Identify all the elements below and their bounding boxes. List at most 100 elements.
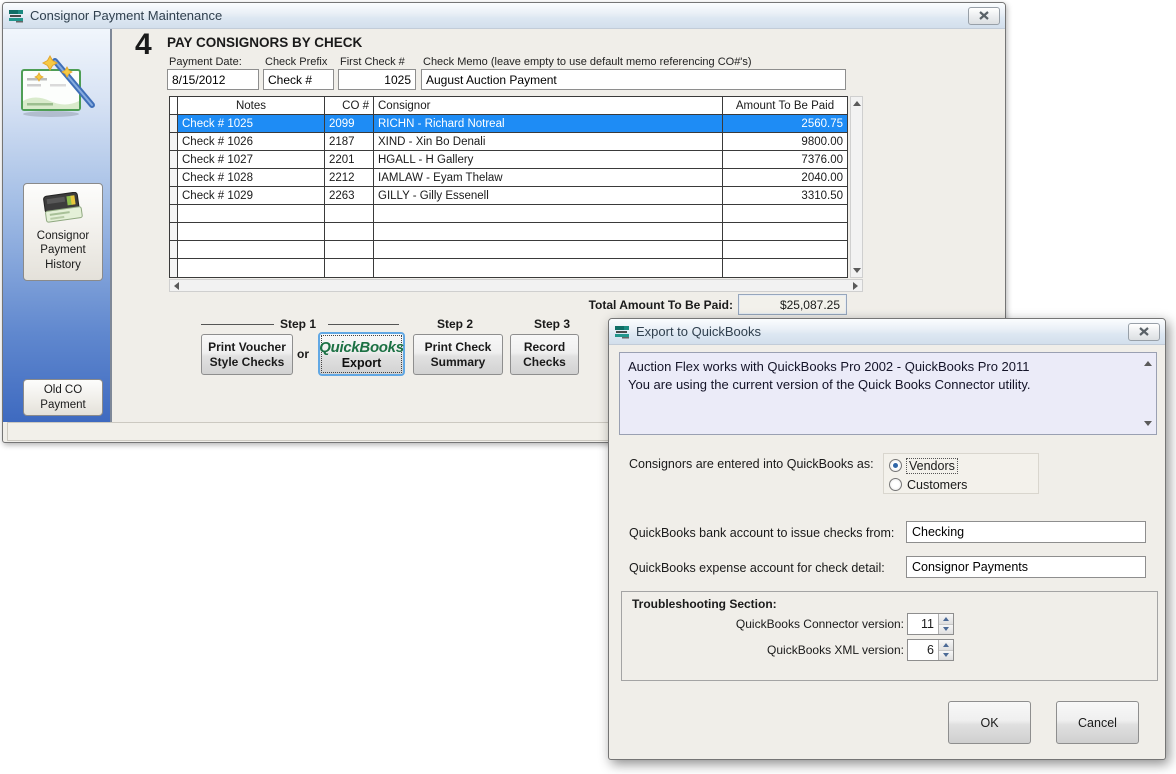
print-check-summary-button[interactable]: Print Check Summary: [413, 334, 503, 375]
column-header-co[interactable]: CO #: [325, 97, 374, 114]
customers-radio-button[interactable]: [889, 478, 902, 491]
total-amount-label: Total Amount To Be Paid:: [568, 298, 733, 312]
consignor-cell: IAMLAW - Eyam Thelaw: [374, 169, 723, 186]
close-icon: [1139, 327, 1149, 336]
troubleshooting-section: Troubleshooting Section: QuickBooks Conn…: [621, 591, 1158, 681]
amount-cell: 2560.75: [723, 115, 847, 132]
column-header-notes[interactable]: Notes: [178, 97, 325, 114]
history-button-label: Consignor Payment History: [24, 229, 102, 272]
step1-label: Step 1: [280, 317, 316, 331]
table-row-empty[interactable]: [170, 259, 847, 277]
table-row[interactable]: Check # 1027 2201 HGALL - H Gallery 7376…: [170, 151, 847, 169]
column-header-consignor[interactable]: Consignor: [374, 97, 723, 114]
expense-account-label: QuickBooks expense account for check det…: [629, 561, 885, 575]
old-co-button-label: Old CO Payment: [24, 383, 102, 412]
consignor-cell: GILLY - Gilly Essenell: [374, 187, 723, 204]
sidebar: Consignor Payment History Old CO Payment: [3, 29, 112, 422]
co-number-cell: 2187: [325, 133, 374, 150]
cancel-button[interactable]: Cancel: [1056, 701, 1139, 744]
dialog-titlebar[interactable]: Export to QuickBooks: [609, 319, 1165, 345]
notes-cell: Check # 1026: [178, 133, 325, 150]
old-co-payment-button[interactable]: Old CO Payment: [23, 379, 103, 416]
check-memo-label: Check Memo (leave empty to use default m…: [423, 56, 752, 68]
consignor-cell: RICHN - Richard Notreal: [374, 115, 723, 132]
step2-label: Step 2: [437, 317, 473, 331]
quickbooks-brand-label: QuickBooks: [319, 339, 404, 356]
customers-radio-label: Customers: [907, 478, 967, 492]
amount-cell: 7376.00: [723, 151, 847, 168]
co-number-cell: 2099: [325, 115, 374, 132]
page-title: PAY CONSIGNORS BY CHECK: [167, 35, 362, 50]
vendors-radio-option[interactable]: Vendors: [889, 456, 1038, 475]
row-indicator-header: [170, 97, 178, 114]
app-icon: [8, 8, 24, 24]
scroll-left-arrow[interactable]: [171, 280, 182, 291]
ok-button[interactable]: OK: [948, 701, 1031, 744]
check-prefix-input[interactable]: [263, 69, 334, 90]
co-number-cell: 2201: [325, 151, 374, 168]
consignor-type-radio-group: Vendors Customers: [883, 453, 1039, 494]
table-row[interactable]: Check # 1025 2099 RICHN - Richard Notrea…: [170, 115, 847, 133]
connector-spin-down[interactable]: [939, 625, 953, 635]
connector-version-spinner[interactable]: 11: [907, 613, 954, 635]
record-checks-button[interactable]: Record Checks: [510, 334, 579, 375]
main-close-button[interactable]: [968, 7, 1000, 25]
check-prefix-label: Check Prefix: [265, 56, 327, 68]
payment-date-input[interactable]: [167, 69, 259, 90]
main-window-titlebar[interactable]: Consignor Payment Maintenance: [3, 3, 1005, 29]
vendors-radio-button[interactable]: [889, 459, 902, 472]
consignor-payment-history-button[interactable]: Consignor Payment History: [23, 183, 103, 281]
quickbooks-info-box: Auction Flex works with QuickBooks Pro 2…: [619, 352, 1157, 435]
table-row[interactable]: Check # 1029 2263 GILLY - Gilly Essenell…: [170, 187, 847, 205]
dialog-title: Export to QuickBooks: [636, 324, 761, 339]
check-memo-input[interactable]: [421, 69, 846, 90]
co-number-cell: 2212: [325, 169, 374, 186]
bank-account-label: QuickBooks bank account to issue checks …: [629, 526, 894, 540]
bank-account-input[interactable]: [906, 521, 1146, 543]
xml-spin-up[interactable]: [939, 640, 953, 651]
scroll-right-arrow[interactable]: [850, 280, 861, 291]
quickbooks-export-button[interactable]: QuickBooks Export: [318, 332, 405, 376]
info-scroll-up-arrow[interactable]: [1142, 358, 1153, 369]
checkbook-icon: [42, 192, 84, 226]
info-line-1: Auction Flex works with QuickBooks Pro 2…: [628, 358, 1134, 376]
connector-spin-up[interactable]: [939, 614, 953, 625]
table-row[interactable]: Check # 1026 2187 XIND - Xin Bo Denali 9…: [170, 133, 847, 151]
xml-spin-down[interactable]: [939, 651, 953, 661]
scroll-up-arrow[interactable]: [851, 98, 862, 109]
customers-radio-option[interactable]: Customers: [889, 475, 1038, 494]
troubleshooting-title: Troubleshooting Section:: [632, 597, 777, 611]
scroll-down-arrow[interactable]: [851, 265, 862, 276]
info-scroll-down-arrow[interactable]: [1142, 418, 1153, 429]
xml-version-label: QuickBooks XML version:: [670, 643, 904, 657]
consignor-cell: XIND - Xin Bo Denali: [374, 133, 723, 150]
info-line-2: You are using the current version of the…: [628, 376, 1134, 394]
step1-line-right: [328, 324, 399, 325]
first-check-input[interactable]: [338, 69, 416, 90]
app-icon: [614, 324, 630, 340]
step3-label: Step 3: [534, 317, 570, 331]
payment-date-label: Payment Date:: [169, 56, 242, 68]
dialog-close-button[interactable]: [1128, 323, 1160, 341]
expense-account-input[interactable]: [906, 556, 1146, 578]
connector-version-value: 11: [908, 614, 938, 634]
column-header-amount[interactable]: Amount To Be Paid: [723, 97, 847, 114]
consignor-type-label: Consignors are entered into QuickBooks a…: [629, 457, 874, 471]
connector-version-label: QuickBooks Connector version:: [670, 617, 904, 631]
notes-cell: Check # 1025: [178, 115, 325, 132]
xml-version-spinner[interactable]: 6: [907, 639, 954, 661]
notes-cell: Check # 1029: [178, 187, 325, 204]
amount-cell: 3310.50: [723, 187, 847, 204]
amount-cell: 9800.00: [723, 133, 847, 150]
table-row-empty[interactable]: [170, 223, 847, 241]
notes-cell: Check # 1028: [178, 169, 325, 186]
table-row-empty[interactable]: [170, 241, 847, 259]
main-window-title: Consignor Payment Maintenance: [30, 8, 222, 23]
notes-cell: Check # 1027: [178, 151, 325, 168]
table-horizontal-scrollbar[interactable]: [169, 279, 863, 292]
table-row-empty[interactable]: [170, 205, 847, 223]
print-voucher-checks-button[interactable]: Print Voucher Style Checks: [201, 334, 293, 375]
table-vertical-scrollbar[interactable]: [850, 96, 863, 278]
xml-version-value: 6: [908, 640, 938, 660]
table-row[interactable]: Check # 1028 2212 IAMLAW - Eyam Thelaw 2…: [170, 169, 847, 187]
